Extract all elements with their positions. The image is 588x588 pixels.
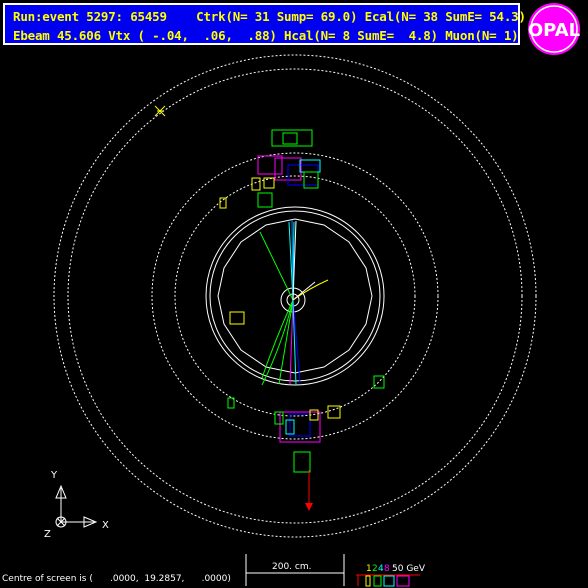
legend-value-1: 1 bbox=[366, 564, 372, 574]
hcal-cluster bbox=[293, 451, 311, 473]
legend-value-8: 8 bbox=[384, 564, 390, 574]
hcal-cluster bbox=[282, 132, 298, 145]
track bbox=[292, 279, 329, 301]
ecal-cluster bbox=[257, 155, 283, 175]
axis-indicator bbox=[55, 484, 98, 528]
y-axis-label: Y bbox=[50, 470, 58, 481]
scale-bar-label: 200. cm. bbox=[272, 562, 311, 572]
ecal-cluster bbox=[373, 375, 385, 389]
track bbox=[261, 299, 294, 386]
muon-dashed-ring bbox=[67, 68, 523, 524]
ecal-cluster bbox=[263, 177, 275, 189]
ecal-cluster bbox=[299, 159, 321, 173]
hcal-inner-ring bbox=[174, 175, 416, 417]
event-info-line-2: Ebeam 45.606 Vtx ( -.04, .06, .88) Hcal(… bbox=[13, 28, 519, 43]
event-info-header: Run:event 5297: 65459 Ctrk(N= 31 Sump= 6… bbox=[3, 3, 526, 45]
screen-centre-text: Centre of screen is ( .0000, 19.2857, .0… bbox=[2, 574, 231, 584]
track bbox=[259, 231, 294, 301]
ecal-cluster bbox=[251, 177, 261, 191]
upper-clusters bbox=[219, 129, 321, 209]
ecal-cluster bbox=[227, 397, 235, 409]
event-info-line-1: Run:event 5297: 65459 Ctrk(N= 31 Sump= 6… bbox=[13, 9, 526, 24]
energy-legend bbox=[356, 574, 420, 587]
legend-value-2: 2 bbox=[372, 564, 378, 574]
ecal-cluster bbox=[274, 411, 284, 425]
logo-text: OPAL bbox=[528, 20, 580, 41]
hcal-outer-ring bbox=[151, 152, 439, 440]
legend-value-50gev: 50 GeV bbox=[392, 564, 426, 574]
ecal-cluster bbox=[303, 171, 319, 189]
outer-dashed-ring bbox=[53, 54, 537, 538]
track bbox=[292, 281, 316, 301]
ecal-cluster bbox=[229, 311, 245, 325]
ecal-cluster bbox=[257, 192, 273, 208]
lower-clusters bbox=[227, 311, 385, 473]
opal-logo: OPAL bbox=[528, 3, 580, 55]
event-display-canvas: Y X Z 200. cm. 1 2 4 8 50 GeV OPAL bbox=[44, 3, 580, 587]
ecal-cluster bbox=[289, 413, 311, 437]
tracks bbox=[259, 219, 329, 386]
z-axis-label: Z bbox=[44, 529, 51, 540]
track bbox=[261, 299, 294, 379]
muon-arrowhead bbox=[305, 503, 313, 511]
x-axis-label: X bbox=[102, 520, 109, 531]
ecal-cluster bbox=[287, 164, 319, 186]
energy-legend-labels: 1 2 4 8 50 GeV bbox=[366, 564, 426, 574]
